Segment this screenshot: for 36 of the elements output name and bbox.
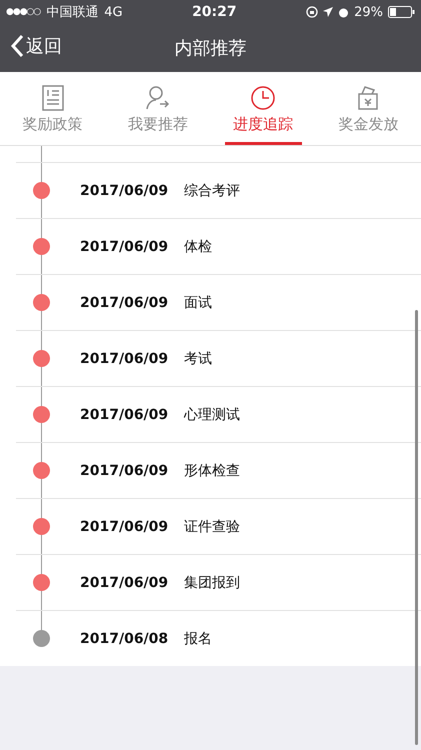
clock-icon	[250, 85, 276, 111]
location-arrow-icon	[323, 7, 334, 17]
document-icon	[40, 85, 65, 111]
chevron-left-icon	[10, 34, 24, 58]
battery-icon	[388, 6, 415, 18]
money-envelope-icon	[356, 85, 380, 111]
step-date: 2017/06/09	[80, 406, 168, 422]
step-name: 面试	[184, 294, 212, 312]
clock-time: 20:27	[191, 4, 238, 20]
page-title: 内部推荐	[174, 37, 246, 60]
step-date: 2017/06/09	[80, 574, 168, 590]
step-date: 2017/06/09	[80, 294, 168, 310]
step-name: 体检	[184, 238, 212, 256]
step-name: 形体检查	[184, 462, 240, 480]
step-name: 报名	[184, 630, 212, 648]
step-date: 2017/06/09	[80, 462, 168, 478]
signal-dots: ●●●○○	[6, 7, 40, 17]
step-date: 2017/06/09	[80, 182, 168, 198]
step-name: 集团报到	[184, 574, 240, 592]
battery-percent: 29%	[354, 4, 383, 20]
step-date: 2017/06/09	[80, 238, 168, 254]
step-name: 证件查验	[184, 518, 240, 536]
step-date: 2017/06/09	[80, 518, 168, 534]
step-date: 2017/06/08	[80, 630, 168, 646]
step-name: 综合考评	[184, 182, 240, 200]
carrier-name: 中国联通	[46, 4, 98, 21]
back-button[interactable]: 返回	[10, 34, 62, 58]
step-date: 2017/06/09	[80, 350, 168, 366]
network-type: 4G	[104, 4, 123, 20]
step-name: 考试	[184, 350, 212, 368]
tab[interactable]: 我要推荐	[119, 72, 196, 145]
tab[interactable]: 奖金发放	[330, 72, 407, 145]
rotation-lock-icon	[306, 6, 318, 18]
person-arrow-icon	[144, 85, 171, 111]
step-name: 心理测试	[184, 406, 240, 424]
tab[interactable]: 奖励政策	[14, 72, 92, 145]
